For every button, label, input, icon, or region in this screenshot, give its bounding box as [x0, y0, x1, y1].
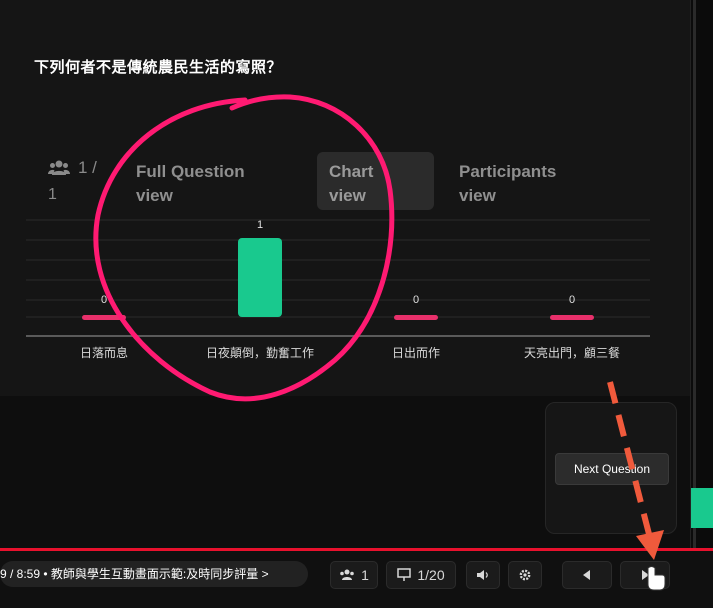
chart-data-label: 1 — [257, 219, 263, 231]
chart-bar — [550, 315, 594, 320]
tab-participants-line1: Participants — [459, 162, 557, 181]
participants-count-line2: 1 — [48, 186, 57, 203]
chart-category-label: 日落而息 — [79, 346, 128, 360]
participants-count: 1 / — [48, 158, 97, 178]
users-icon — [340, 569, 354, 580]
tab-participants-view[interactable]: Participants view — [447, 152, 607, 210]
side-green-accent — [691, 488, 713, 528]
chart-data-label: 0 — [101, 294, 107, 306]
side-scroll-edge — [693, 0, 696, 550]
speaker-icon — [477, 570, 488, 580]
tab-full-question-view[interactable]: Full Question view — [124, 152, 274, 210]
chart-svg: 0 1 0 0 — [26, 219, 650, 337]
chart-data-label: 0 — [569, 294, 575, 306]
chart-bar — [394, 315, 438, 320]
chart-bar — [238, 238, 282, 317]
tab-full-question-line2: view — [136, 186, 173, 205]
tab-chart-view[interactable]: Chart view — [317, 152, 434, 210]
chart-category-label: 日出而作 — [391, 346, 440, 360]
question-title: 下列何者不是傳統農民生活的寫照？ — [34, 59, 283, 76]
participants-count-line1: 1 / — [78, 158, 97, 177]
tab-chart-line1: Chart — [329, 162, 374, 181]
chart-category-label: 天亮出門，顧三餐 — [523, 346, 620, 360]
settings-button[interactable] — [508, 561, 542, 589]
tab-full-question-line1: Full Question — [136, 162, 245, 181]
video-time-chapter: 9 / 8:59 • 教師與學生互動畫面示範:及時同步評量 > — [0, 567, 269, 581]
next-question-button[interactable]: Next Question — [555, 453, 669, 485]
answer-bar-chart: 0 1 0 0 日落而息 日夜顛倒，勤奮工作 日出而作 天亮出門，顧三餐 — [26, 214, 650, 376]
player-control-bar: 9 / 8:59 • 教師與學生互動畫面示範:及時同步評量 > 1 1/20 — [0, 551, 713, 608]
next-question-card: Next Question — [545, 402, 677, 534]
chart-category-label: 日夜顛倒，勤奮工作 — [205, 346, 314, 360]
slides-button[interactable]: 1/20 — [386, 561, 456, 589]
next-slide-button[interactable] — [620, 561, 670, 589]
caret-right-icon — [642, 570, 649, 580]
tab-chart-line2: view — [329, 186, 366, 205]
tab-participants-line2: view — [459, 186, 496, 205]
gear-icon — [519, 569, 531, 581]
volume-button[interactable] — [466, 561, 500, 589]
caret-left-icon — [583, 570, 590, 580]
side-preview-strip — [690, 0, 713, 550]
participants-button[interactable]: 1 — [330, 561, 378, 589]
participants-button-count: 1 — [361, 567, 369, 583]
slides-button-count: 1/20 — [417, 567, 445, 583]
presentation-icon — [397, 568, 412, 581]
chart-data-label: 0 — [413, 294, 419, 306]
users-icon — [48, 160, 70, 175]
chart-bar — [82, 315, 126, 320]
previous-slide-button[interactable] — [562, 561, 612, 589]
view-tabs: 1 / 1 Full Question view Chart view Part… — [40, 150, 640, 212]
